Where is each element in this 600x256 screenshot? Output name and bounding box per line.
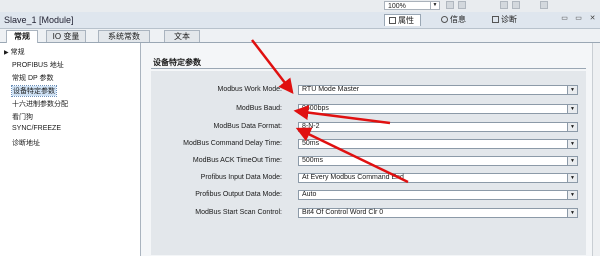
tab-diagnostics[interactable]: 诊断: [488, 14, 523, 25]
param-label: ModBus ACK TimeOut Time:: [192, 157, 282, 164]
tab-texts[interactable]: 文本: [164, 30, 200, 42]
chevron-down-icon: ▼: [567, 140, 577, 148]
tab-system-constants[interactable]: 系统常数: [98, 30, 150, 42]
parameter-content: 设备特定参数 Modbus Work Mode: RTU Mode Master…: [141, 43, 593, 256]
param-dropdown-start-scan-control[interactable]: Bit4 Of Control Word Clr 0 ▼: [298, 208, 578, 218]
nav-item-profibus-address[interactable]: PROFIBUS 地址: [12, 60, 64, 70]
zoom-value: 100%: [388, 3, 406, 10]
chevron-down-icon: ▼: [567, 209, 577, 217]
param-dropdown-baud[interactable]: 9600bps ▼: [298, 104, 578, 114]
zoom-fit-icon[interactable]: [458, 1, 466, 9]
param-label: ModBus Data Format:: [213, 123, 282, 130]
vertical-scrollbar[interactable]: [592, 43, 600, 256]
chevron-down-icon: ▼: [567, 157, 577, 165]
grid-icon[interactable]: [446, 1, 454, 9]
chevron-down-icon: ▼: [430, 2, 439, 9]
param-dropdown-data-format[interactable]: 8-N-2 ▼: [298, 122, 578, 132]
section-title: 设备特定参数: [153, 58, 201, 67]
param-label: Profibus Output Data Mode:: [195, 191, 282, 198]
chevron-down-icon: ▼: [567, 123, 577, 131]
diagnostics-icon: [492, 16, 499, 23]
caret-right-icon: ▶: [4, 50, 9, 56]
view-icon[interactable]: [512, 1, 520, 9]
param-label: ModBus Baud:: [236, 105, 282, 112]
minimize-icon[interactable]: ▭: [560, 14, 569, 23]
tab-io-tags[interactable]: IO 变量: [46, 30, 86, 42]
module-title: Slave_1 [Module]: [4, 15, 74, 25]
tab-info[interactable]: 信息: [437, 14, 472, 25]
nav-item-general-dp-params[interactable]: 常规 DP 参数: [12, 73, 54, 83]
param-dropdown-command-delay[interactable]: 50ms ▼: [298, 139, 578, 149]
parameter-nav: ▶ 常规 PROFIBUS 地址 常规 DP 参数 设备特定参数 十六进制参数分配…: [0, 43, 141, 256]
param-dropdown-ack-timeout[interactable]: 500ms ▼: [298, 156, 578, 166]
param-label: ModBus Start Scan Control:: [195, 209, 282, 216]
nav-item-diagnostic-address[interactable]: 诊断地址: [12, 138, 40, 148]
settings-icon[interactable]: [540, 1, 548, 9]
nav-item-sync-freeze[interactable]: SYNC/FREEZE: [12, 125, 61, 132]
tab-general[interactable]: 常规: [6, 30, 38, 43]
chevron-down-icon: ▼: [567, 86, 577, 94]
param-dropdown-work-mode[interactable]: RTU Mode Master ▼: [298, 85, 578, 95]
chevron-down-icon: ▼: [567, 191, 577, 199]
close-icon[interactable]: ✕: [588, 14, 597, 23]
section-divider: [151, 68, 586, 69]
param-label: ModBus Command Delay Time:: [183, 140, 282, 147]
nav-item-hex-parameter-assignment[interactable]: 十六进制参数分配: [12, 99, 68, 109]
nav-item-watchdog[interactable]: 看门狗: [12, 112, 33, 122]
chevron-down-icon: ▼: [567, 105, 577, 113]
property-tabs: 常规 IO 变量 系统常数 文本: [0, 29, 600, 43]
info-icon: [441, 16, 448, 23]
module-title-bar: Slave_1 [Module] 属性 信息 诊断 ▭ ▭ ✕: [0, 12, 600, 29]
nav-item-general[interactable]: ▶ 常规: [4, 47, 25, 57]
maximize-icon[interactable]: ▭: [574, 14, 583, 23]
param-dropdown-output-data-mode[interactable]: Auto ▼: [298, 190, 578, 200]
chevron-down-icon: ▼: [567, 174, 577, 182]
properties-icon: [389, 17, 396, 24]
nav-item-device-specific-params[interactable]: 设备特定参数: [11, 85, 57, 97]
param-dropdown-input-data-mode[interactable]: At Every Modbus Command End ▼: [298, 173, 578, 183]
zoom-select[interactable]: 100% ▼: [384, 1, 440, 10]
parameter-panel: Modbus Work Mode: RTU Mode Master ▼ ModBu…: [151, 71, 586, 255]
layout-icon[interactable]: [500, 1, 508, 9]
param-label: Profibus Input Data Mode:: [200, 174, 282, 181]
tab-properties[interactable]: 属性: [384, 14, 421, 26]
param-label: Modbus Work Mode:: [217, 86, 282, 93]
